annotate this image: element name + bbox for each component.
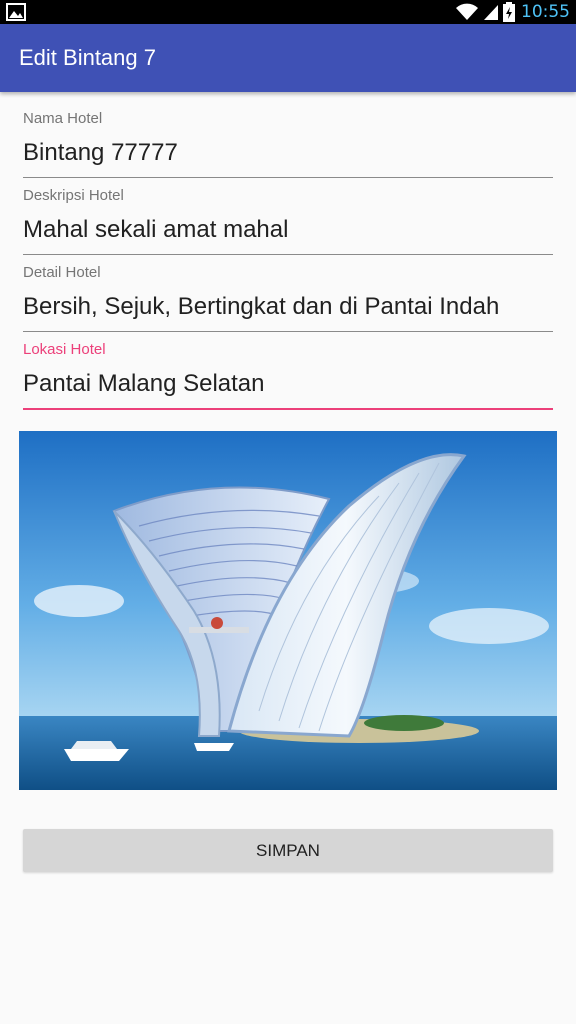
app-bar: Edit Bintang 7: [0, 24, 576, 92]
nama-hotel-field[interactable]: Nama Hotel Bintang 77777: [23, 109, 553, 178]
lokasi-hotel-field[interactable]: Lokasi Hotel Pantai Malang Selatan: [23, 340, 553, 410]
wifi-icon: [456, 3, 478, 20]
deskripsi-hotel-input[interactable]: Mahal sekali amat mahal: [23, 206, 553, 255]
detail-hotel-label: Detail Hotel: [23, 264, 101, 281]
detail-hotel-field[interactable]: Detail Hotel Bersih, Sejuk, Bertingkat d…: [23, 263, 553, 332]
lokasi-hotel-input[interactable]: Pantai Malang Selatan: [23, 360, 553, 410]
status-bar: 10:55: [0, 0, 576, 24]
status-time: 10:55: [521, 2, 570, 22]
detail-hotel-input[interactable]: Bersih, Sejuk, Bertingkat dan di Pantai …: [23, 283, 553, 332]
page-title: Edit Bintang 7: [19, 45, 156, 70]
nama-hotel-label: Nama Hotel: [23, 110, 103, 127]
gallery-notification-icon: [6, 3, 26, 21]
signal-icon: [484, 5, 498, 20]
battery-icon: [503, 2, 515, 22]
hotel-image[interactable]: [19, 431, 557, 790]
nama-hotel-input[interactable]: Bintang 77777: [23, 129, 553, 178]
hotel-photo: [19, 431, 557, 790]
deskripsi-hotel-label: Deskripsi Hotel: [23, 187, 124, 204]
deskripsi-hotel-field[interactable]: Deskripsi Hotel Mahal sekali amat mahal: [23, 186, 553, 255]
save-button[interactable]: SIMPAN: [23, 829, 553, 872]
lokasi-hotel-label: Lokasi Hotel: [23, 341, 106, 358]
